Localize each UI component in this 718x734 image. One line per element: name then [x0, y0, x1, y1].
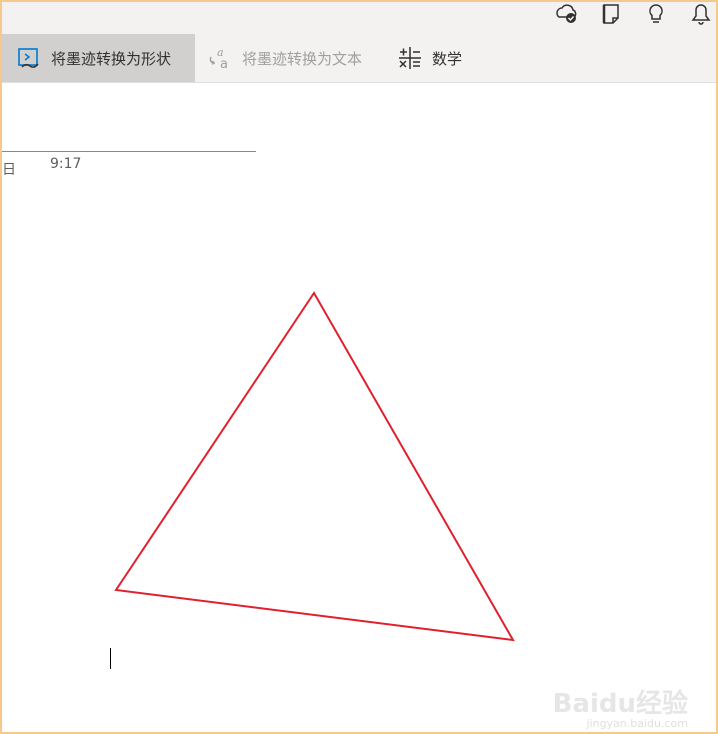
ink-canvas[interactable] [2, 2, 716, 732]
ink-triangle[interactable] [114, 291, 515, 642]
onenote-window: 将墨迹转换为形状 a a 将墨迹转换为文本 数学 日 9:17 Baidu经验 … [0, 0, 718, 734]
text-cursor [110, 648, 111, 669]
baidu-watermark: Baidu经验 [552, 689, 688, 719]
baidu-watermark-url: jingyan.baidu.com [586, 717, 688, 730]
